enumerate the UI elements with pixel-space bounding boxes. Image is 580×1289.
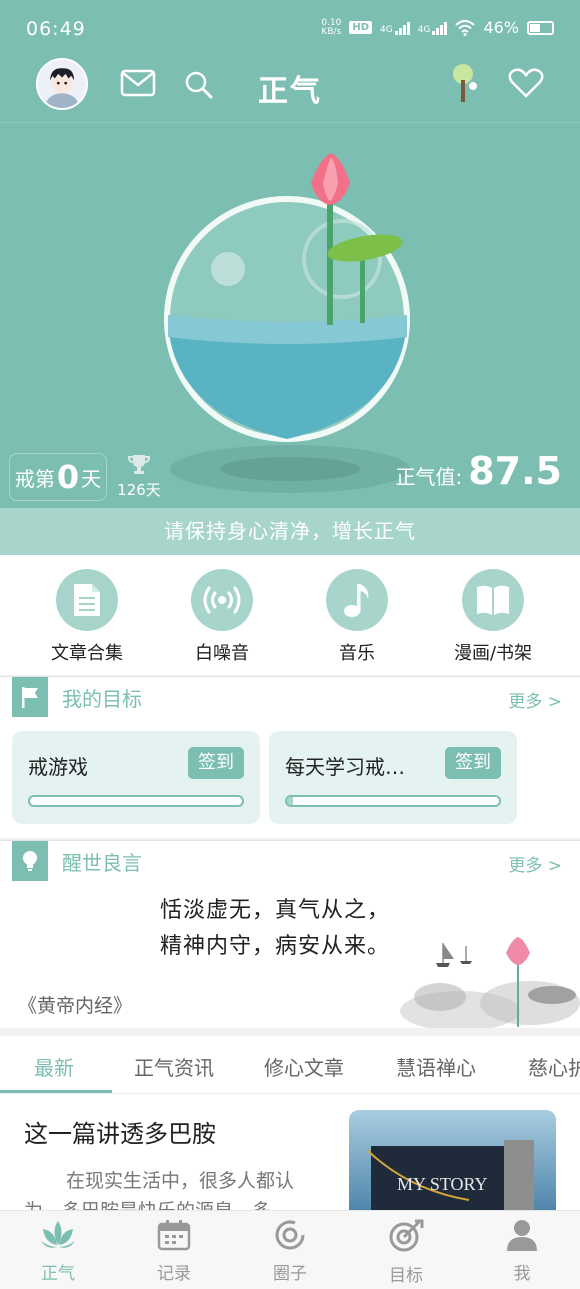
status-indicators: 0.10 KB/s HD 4G 4G 46% <box>321 18 554 37</box>
goals-more-link[interactable]: 更多 > <box>508 687 562 712</box>
score-label: 正气值: <box>395 465 463 489</box>
slogan-banner: 请保持身心清净，增长正气 <box>0 508 580 555</box>
goal-progress-bar <box>28 795 244 807</box>
thumbnail-text: MY STORY <box>397 1174 488 1194</box>
lotus-bowl-illustration[interactable] <box>130 153 450 499</box>
goal-progress-bar <box>285 795 501 807</box>
shortcut-white-noise[interactable]: 白噪音 <box>162 569 282 665</box>
flag-icon <box>12 677 48 717</box>
shortcut-articles[interactable]: 文章合集 <box>27 569 147 665</box>
best-record-days: 126天 <box>117 481 161 499</box>
page-title: 正气 <box>258 74 322 109</box>
shortcut-music[interactable]: 音乐 <box>297 569 417 665</box>
nav-circle[interactable]: 圈子 <box>250 1219 330 1284</box>
tree-icon[interactable] <box>450 62 482 104</box>
battery-icon <box>527 20 554 35</box>
shortcut-comics-bookshelf[interactable]: 漫画/书架 <box>433 569 553 665</box>
person-icon <box>507 1220 537 1251</box>
check-in-button[interactable]: 签到 <box>445 747 501 779</box>
article-card[interactable]: 这一篇讲透多巴胺 在现实生活中，很多人都认为，多巴胺是快乐的源泉，多… MY S… <box>0 1094 580 1210</box>
goal-card[interactable]: 戒游戏 签到 <box>12 731 260 824</box>
broadcast-icon <box>203 586 241 614</box>
nav-goals[interactable]: 目标 <box>366 1219 446 1286</box>
abstinence-day-counter[interactable]: 戒第 0 天 <box>9 453 107 501</box>
best-record[interactable]: 126天 <box>117 453 161 500</box>
target-icon <box>389 1219 424 1252</box>
lightbulb-icon <box>12 841 48 881</box>
bottom-navigation: 正气 记录 圈子 目标 我 <box>0 1210 580 1289</box>
status-time: 06:49 <box>26 18 86 40</box>
battery-percent: 46% <box>483 18 519 37</box>
shortcut-grid: 文章合集 白噪音 音乐 漫画/书架 <box>0 555 580 675</box>
tab-compassion[interactable]: 慈心护 <box>528 1052 580 1081</box>
quote-source: 《黄帝内经》 <box>18 995 133 1017</box>
check-in-button[interactable]: 签到 <box>188 747 244 779</box>
quote-text: 恬淡虚无，真气从之， 精神内守，病安从来。 <box>160 898 391 959</box>
nav-me[interactable]: 我 <box>482 1219 562 1284</box>
open-book-icon <box>477 585 509 615</box>
hd-icon: HD <box>349 21 373 34</box>
nav-home[interactable]: 正气 <box>18 1219 98 1284</box>
signal-icon-1: 4G <box>380 21 410 35</box>
tab-news[interactable]: 正气资讯 <box>134 1052 214 1081</box>
active-tab-indicator <box>0 1090 112 1093</box>
goal-card[interactable]: 每天学习戒… 签到 <box>269 731 517 824</box>
score-value: 87.5 <box>468 449 562 493</box>
signal-icon-2: 4G <box>418 21 448 35</box>
document-icon <box>74 584 100 616</box>
article-tabs: 最新 正气资讯 修心文章 慧语禅心 慈心护 <box>0 1036 580 1094</box>
hero-section: 戒第 0 天 126天 正气值: 87.5 <box>0 122 580 508</box>
calendar-icon <box>157 1220 191 1251</box>
goals-title: 我的目标 <box>62 686 142 711</box>
music-note-icon <box>344 584 369 617</box>
circle-icon <box>275 1220 305 1250</box>
quote-title: 醒世良言 <box>62 850 142 875</box>
quote-header: 醒世良言 <box>12 841 142 881</box>
status-bar: 06:49 0.10 KB/s HD 4G 4G 46% <box>0 0 580 58</box>
tab-latest[interactable]: 最新 <box>34 1052 74 1081</box>
my-goals-section: 我的目标 更多 > 戒游戏 签到 每天学习戒… 签到 <box>0 676 580 838</box>
goals-header: 我的目标 <box>12 677 142 717</box>
tab-zen-wisdom[interactable]: 慧语禅心 <box>396 1052 476 1081</box>
article-excerpt: 在现实生活中，很多人都认为，多巴胺是快乐的源泉，多… <box>24 1170 295 1210</box>
wifi-icon <box>455 19 476 36</box>
quote-section: 醒世良言 更多 > 恬淡虚无，真气从之， 精神内守，病安从来。 《黄帝内经》 <box>0 840 580 1028</box>
zhengqi-score: 正气值: 87.5 <box>395 449 562 493</box>
quote-more-link[interactable]: 更多 > <box>508 851 562 876</box>
goal-name: 戒游戏 <box>28 755 88 779</box>
tab-cultivation-articles[interactable]: 修心文章 <box>264 1052 344 1081</box>
trophy-icon <box>127 455 151 474</box>
ink-landscape-illustration <box>400 937 580 1028</box>
lotus-icon <box>41 1221 75 1248</box>
app-header: 正气 <box>0 58 580 122</box>
goal-name: 每天学习戒… <box>285 755 405 779</box>
nav-records[interactable]: 记录 <box>134 1219 214 1284</box>
heart-icon[interactable] <box>508 67 544 99</box>
network-speed: 0.10 KB/s <box>321 17 342 37</box>
article-title: 这一篇讲透多巴胺 <box>24 1120 216 1148</box>
article-thumbnail: MY STORY <box>349 1110 556 1210</box>
